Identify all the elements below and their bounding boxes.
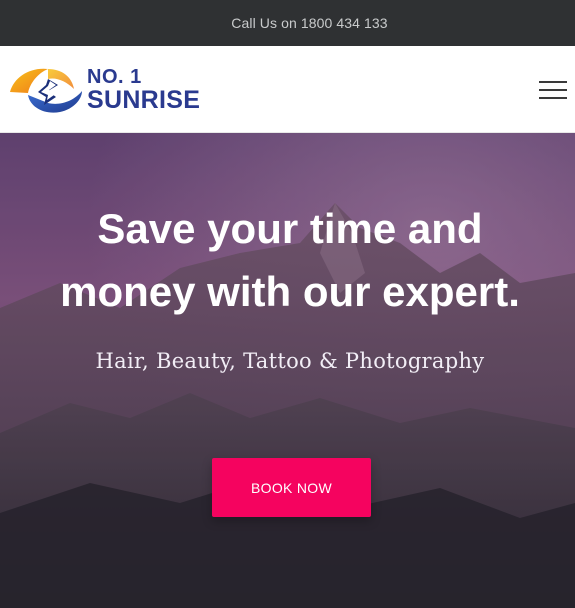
logo-wordmark: NO. 1 SUNRISE — [87, 67, 200, 113]
book-now-button[interactable]: BOOK NOW — [212, 458, 371, 517]
site-header: NO. 1 SUNRISE — [0, 46, 575, 133]
logo-line-2: SUNRISE — [87, 86, 201, 114]
call-us-text[interactable]: Call Us on 1800 434 133 — [231, 15, 387, 31]
hero-headline-line-2: money with our expert. — [60, 268, 520, 315]
site-logo[interactable]: NO. 1 SUNRISE — [8, 65, 208, 115]
menu-bar-bottom — [539, 97, 567, 99]
hero-banner: Save your time and money with our expert… — [0, 133, 575, 608]
logo-line-1: NO. 1 — [87, 66, 142, 88]
hamburger-menu-icon[interactable] — [539, 81, 567, 99]
hero-subtitle: Hair, Beauty, Tattoo & Photography — [95, 349, 485, 373]
sunrise-logo-icon — [10, 68, 82, 113]
top-info-bar: Call Us on 1800 434 133 — [0, 0, 575, 46]
hero-headline-line-1: Save your time and — [97, 205, 483, 252]
hero-headline: Save your time and money with our expert… — [40, 197, 540, 323]
menu-bar-middle — [539, 89, 567, 91]
menu-bar-top — [539, 81, 567, 83]
